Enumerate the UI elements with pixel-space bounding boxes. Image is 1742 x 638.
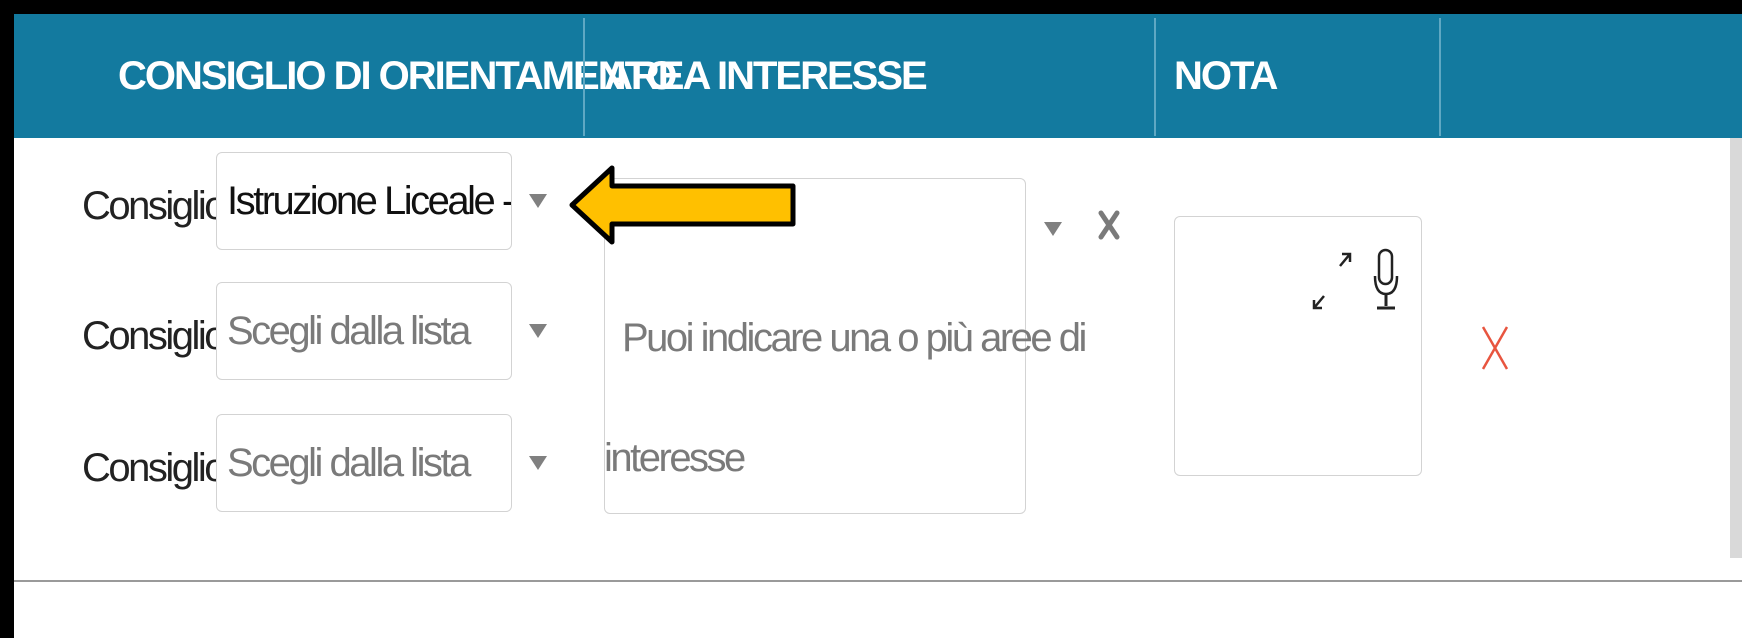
- table-header: CONSIGLIO DI ORIENTAMENTO AREA INTERESSE…: [14, 14, 1742, 138]
- scrollbar[interactable]: [1730, 138, 1742, 558]
- delete-x-icon[interactable]: [1480, 324, 1510, 372]
- consiglio-2-select[interactable]: Scegli dalla lista: [216, 282, 512, 380]
- area-interesse-placeholder: Puoi indicare una o più aree di: [622, 316, 1087, 360]
- expand-arrows-icon[interactable]: [1310, 248, 1354, 314]
- header-separator: [583, 18, 585, 136]
- orientamento-panel: CONSIGLIO DI ORIENTAMENTO AREA INTERESSE…: [14, 14, 1742, 638]
- caret-down-icon[interactable]: [529, 324, 547, 338]
- header-area-interesse: AREA INTERESSE: [604, 53, 928, 98]
- clear-x-icon[interactable]: [1098, 210, 1120, 240]
- arrow-left-annotation: [569, 165, 796, 245]
- row-divider: [14, 580, 1742, 582]
- area-interesse-placeholder-cont: interesse: [604, 436, 746, 480]
- microphone-icon[interactable]: [1372, 246, 1400, 316]
- consiglio-1-select[interactable]: Istruzione Liceale - Liceo S: [216, 152, 512, 250]
- caret-down-icon[interactable]: [1044, 222, 1062, 236]
- caret-down-icon[interactable]: [529, 456, 547, 470]
- consiglio-3-select[interactable]: Scegli dalla lista: [216, 414, 512, 512]
- header-nota: NOTA: [1174, 53, 1278, 98]
- header-separator: [1154, 18, 1156, 136]
- header-separator: [1439, 18, 1441, 136]
- header-consiglio-orientamento: CONSIGLIO DI ORIENTAMENTO: [118, 53, 677, 98]
- caret-down-icon[interactable]: [529, 194, 547, 208]
